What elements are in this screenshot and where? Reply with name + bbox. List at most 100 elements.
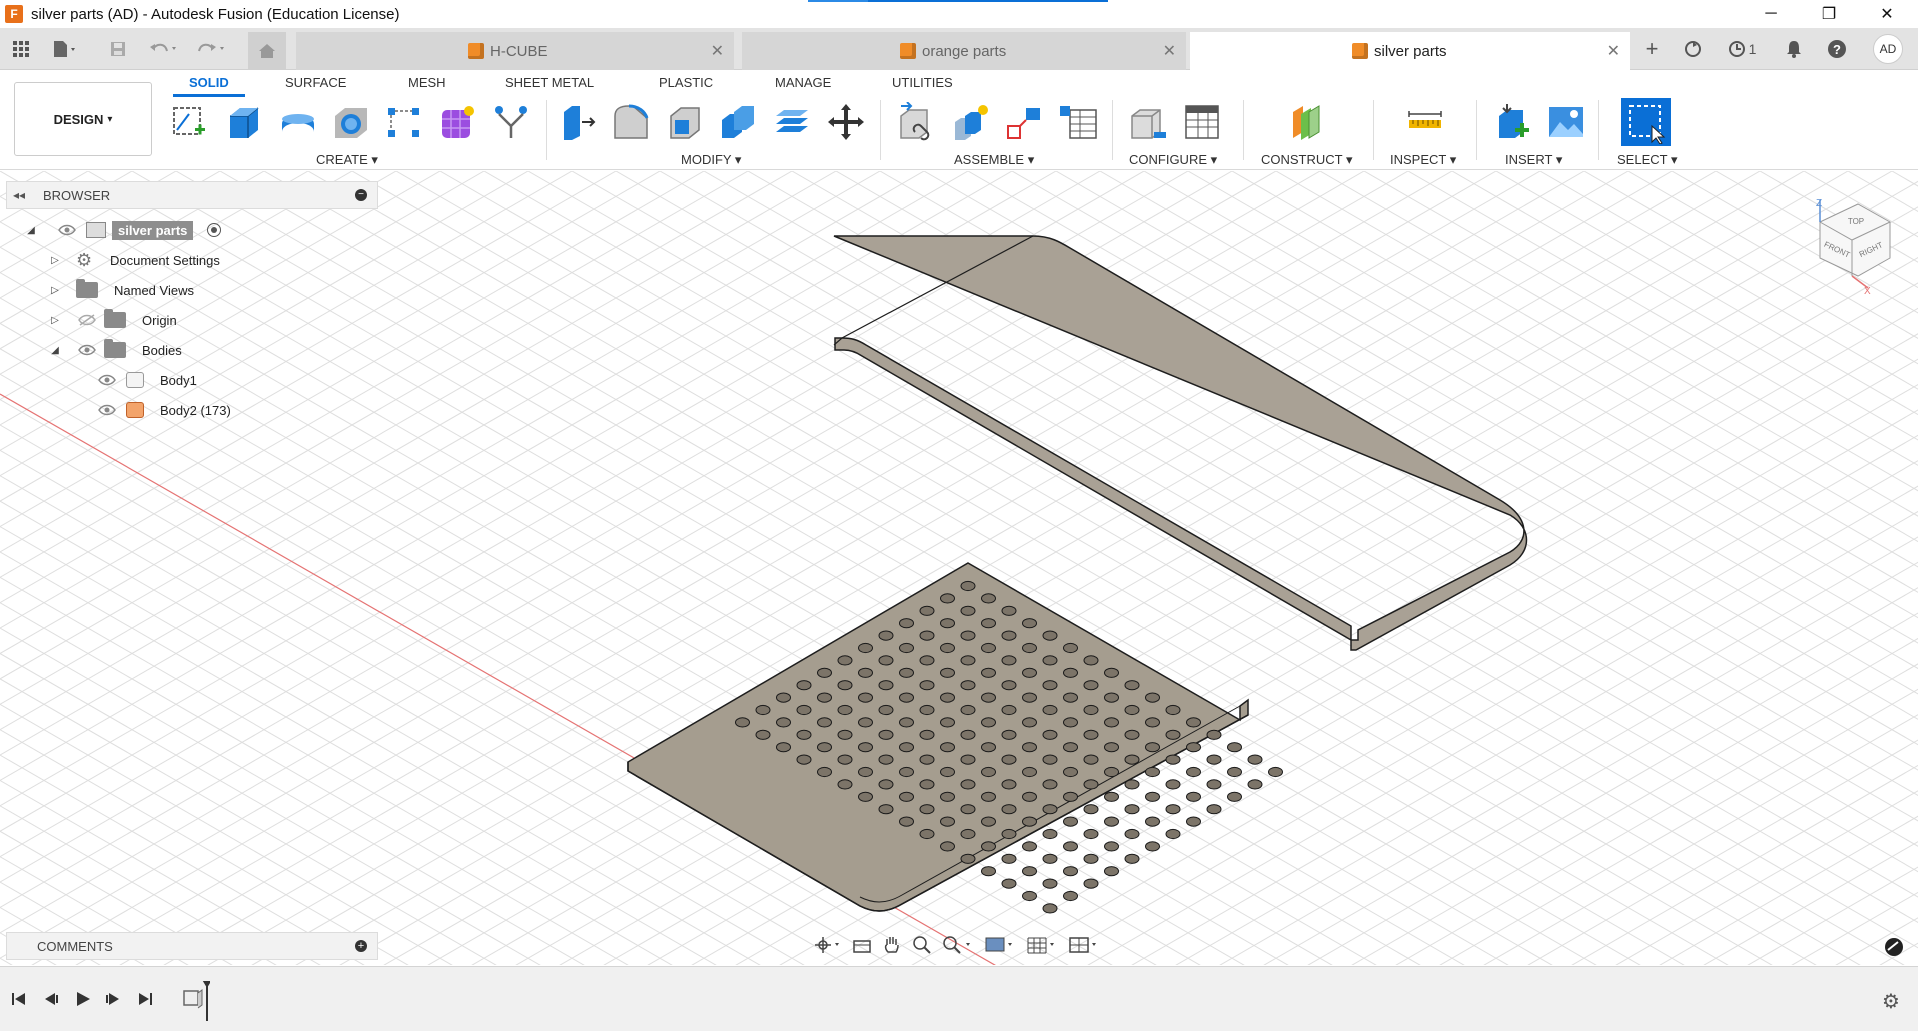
as-built-joint-icon[interactable] bbox=[1003, 100, 1045, 144]
visibility-eye-icon[interactable] bbox=[76, 343, 98, 357]
redo-icon[interactable] bbox=[194, 36, 230, 62]
first-step-icon[interactable] bbox=[8, 989, 30, 1009]
press-pull-icon[interactable] bbox=[557, 100, 599, 144]
notifications-bell-icon[interactable] bbox=[1782, 36, 1806, 62]
add-comment-icon[interactable]: + bbox=[355, 940, 367, 952]
insert-derive-icon[interactable] bbox=[1492, 100, 1534, 144]
new-component-icon[interactable] bbox=[896, 100, 938, 144]
joint-icon[interactable] bbox=[950, 100, 992, 144]
tab-h-cube[interactable]: H-CUBE ✕ bbox=[296, 32, 734, 70]
tab-plastic[interactable]: PLASTIC bbox=[659, 75, 713, 90]
modify-menu[interactable]: MODIFY ▾ bbox=[681, 152, 741, 168]
fillet-icon[interactable] bbox=[610, 100, 652, 144]
expand-arrow-icon[interactable]: ◢ bbox=[24, 225, 38, 236]
zoom-icon[interactable] bbox=[910, 934, 934, 956]
derive-icon[interactable] bbox=[490, 100, 532, 144]
extrude-icon[interactable] bbox=[223, 100, 265, 144]
configure-menu[interactable]: CONFIGURE ▾ bbox=[1129, 152, 1217, 168]
pan-hand-icon[interactable] bbox=[880, 934, 904, 956]
combine-icon[interactable] bbox=[717, 100, 759, 144]
viewports-icon[interactable] bbox=[1066, 934, 1102, 956]
job-status-button[interactable]: 1 bbox=[1722, 36, 1762, 62]
visibility-eye-icon[interactable] bbox=[96, 403, 118, 417]
tree-item-document-settings[interactable]: ▷ ⚙ Document Settings bbox=[48, 248, 226, 272]
close-tab-icon[interactable]: ✕ bbox=[1607, 41, 1620, 61]
close-window-button[interactable]: ✕ bbox=[1864, 0, 1910, 28]
expand-arrow-icon[interactable]: ◢ bbox=[48, 345, 62, 356]
configure-cube-icon[interactable] bbox=[1127, 100, 1169, 144]
comments-panel[interactable]: COMMENTS + bbox=[6, 932, 378, 960]
tree-item-named-views[interactable]: ▷ Named Views bbox=[48, 278, 200, 302]
shell-icon[interactable] bbox=[664, 100, 706, 144]
revolve-icon[interactable] bbox=[277, 100, 319, 144]
tab-manage[interactable]: MANAGE bbox=[775, 75, 831, 90]
active-radio-icon[interactable] bbox=[207, 223, 222, 237]
insert-menu[interactable]: INSERT ▾ bbox=[1505, 152, 1562, 168]
timeline-feature-marker[interactable] bbox=[182, 980, 212, 1021]
browser-panel-header[interactable]: ◂◂ BROWSER − bbox=[6, 181, 378, 209]
hidden-eye-icon[interactable] bbox=[76, 313, 98, 327]
tree-item-bodies[interactable]: ◢ Bodies bbox=[48, 338, 188, 362]
new-tab-icon[interactable]: + bbox=[1640, 36, 1664, 62]
expand-arrow-icon[interactable]: ▷ bbox=[48, 285, 62, 296]
tab-solid[interactable]: SOLID bbox=[173, 75, 245, 97]
bill-of-materials-icon[interactable] bbox=[1057, 100, 1099, 144]
workspace-switcher[interactable]: DESIGN ▾ bbox=[14, 82, 152, 156]
browser-pin-icon[interactable]: − bbox=[355, 189, 367, 201]
3d-viewport[interactable]: TOP FRONT RIGHT Z X bbox=[0, 171, 1918, 965]
offset-plane-icon[interactable] bbox=[1286, 100, 1328, 144]
viewcube-top-label[interactable]: TOP bbox=[1848, 217, 1864, 226]
hole-icon[interactable] bbox=[330, 100, 372, 144]
create-form-icon[interactable] bbox=[436, 100, 478, 144]
select-tool-icon[interactable] bbox=[1621, 98, 1671, 146]
tab-sheet-metal[interactable]: SHEET METAL bbox=[505, 75, 594, 90]
tree-item-origin[interactable]: ▷ Origin bbox=[48, 308, 183, 332]
expand-arrow-icon[interactable]: ▷ bbox=[48, 255, 62, 266]
display-settings-icon[interactable] bbox=[982, 934, 1018, 956]
collapse-panel-icon[interactable]: ◂◂ bbox=[13, 188, 31, 202]
look-at-icon[interactable] bbox=[850, 934, 874, 956]
app-grid-icon[interactable] bbox=[8, 36, 34, 62]
tree-item-body2[interactable]: Body2 (173) bbox=[96, 398, 237, 422]
undo-icon[interactable] bbox=[146, 36, 182, 62]
measure-icon[interactable] bbox=[1404, 100, 1446, 144]
assemble-menu[interactable]: ASSEMBLE ▾ bbox=[954, 152, 1034, 168]
move-copy-icon[interactable] bbox=[825, 100, 867, 144]
tab-mesh[interactable]: MESH bbox=[408, 75, 446, 90]
timeline-settings-gear-icon[interactable]: ⚙ bbox=[1882, 989, 1900, 1014]
select-menu[interactable]: SELECT ▾ bbox=[1617, 152, 1677, 168]
close-tab-icon[interactable]: ✕ bbox=[1163, 41, 1176, 61]
create-sketch-icon[interactable] bbox=[168, 100, 210, 144]
performance-icon[interactable] bbox=[1885, 938, 1903, 956]
construct-menu[interactable]: CONSTRUCT ▾ bbox=[1261, 152, 1353, 168]
tab-utilities[interactable]: UTILITIES bbox=[892, 75, 953, 90]
grid-settings-icon[interactable] bbox=[1024, 934, 1060, 956]
tree-root-document[interactable]: ◢ silver parts bbox=[24, 218, 222, 242]
visibility-eye-icon[interactable] bbox=[56, 223, 78, 237]
help-icon[interactable]: ? bbox=[1824, 36, 1850, 62]
close-tab-icon[interactable]: ✕ bbox=[711, 41, 724, 61]
offset-face-icon[interactable] bbox=[771, 100, 813, 144]
pattern-icon[interactable] bbox=[383, 100, 425, 144]
next-step-icon[interactable] bbox=[102, 989, 124, 1009]
sync-icon[interactable] bbox=[1680, 36, 1706, 62]
save-icon[interactable] bbox=[106, 36, 130, 62]
tab-surface[interactable]: SURFACE bbox=[285, 75, 346, 90]
visibility-eye-icon[interactable] bbox=[96, 373, 118, 387]
tab-silver-parts[interactable]: silver parts ✕ bbox=[1190, 32, 1630, 70]
viewport-canvas[interactable]: TOP FRONT RIGHT Z X bbox=[0, 171, 1918, 965]
configuration-table-icon[interactable] bbox=[1181, 100, 1223, 144]
previous-step-icon[interactable] bbox=[40, 989, 62, 1009]
insert-canvas-icon[interactable] bbox=[1545, 100, 1587, 144]
inspect-menu[interactable]: INSPECT ▾ bbox=[1390, 152, 1456, 168]
last-step-icon[interactable] bbox=[134, 989, 156, 1009]
orbit-icon[interactable] bbox=[812, 934, 844, 956]
maximize-button[interactable]: ❐ bbox=[1806, 0, 1852, 28]
user-avatar[interactable]: AD bbox=[1873, 34, 1903, 64]
tree-item-body1[interactable]: Body1 bbox=[96, 368, 203, 392]
tab-orange-parts[interactable]: orange parts ✕ bbox=[742, 32, 1186, 70]
file-menu-icon[interactable] bbox=[48, 36, 84, 62]
create-menu[interactable]: CREATE ▾ bbox=[316, 152, 378, 168]
expand-arrow-icon[interactable]: ▷ bbox=[48, 315, 62, 326]
play-icon[interactable] bbox=[72, 989, 94, 1009]
